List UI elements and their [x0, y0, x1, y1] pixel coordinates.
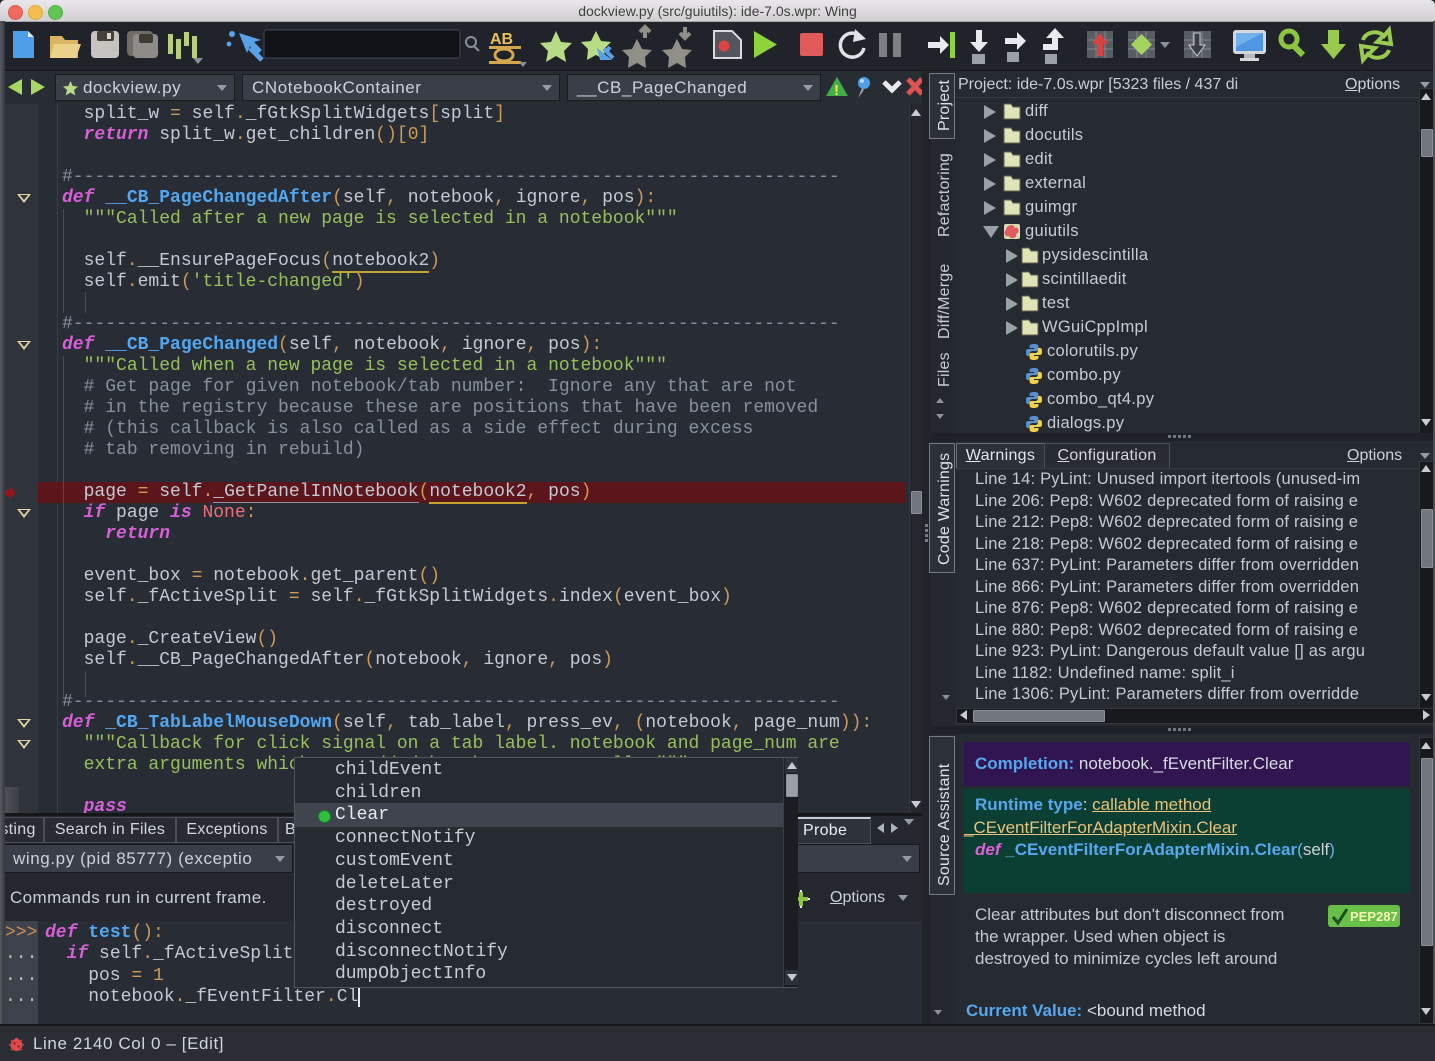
svg-text:!: !	[834, 82, 839, 99]
svg-text:AB: AB	[490, 31, 513, 48]
